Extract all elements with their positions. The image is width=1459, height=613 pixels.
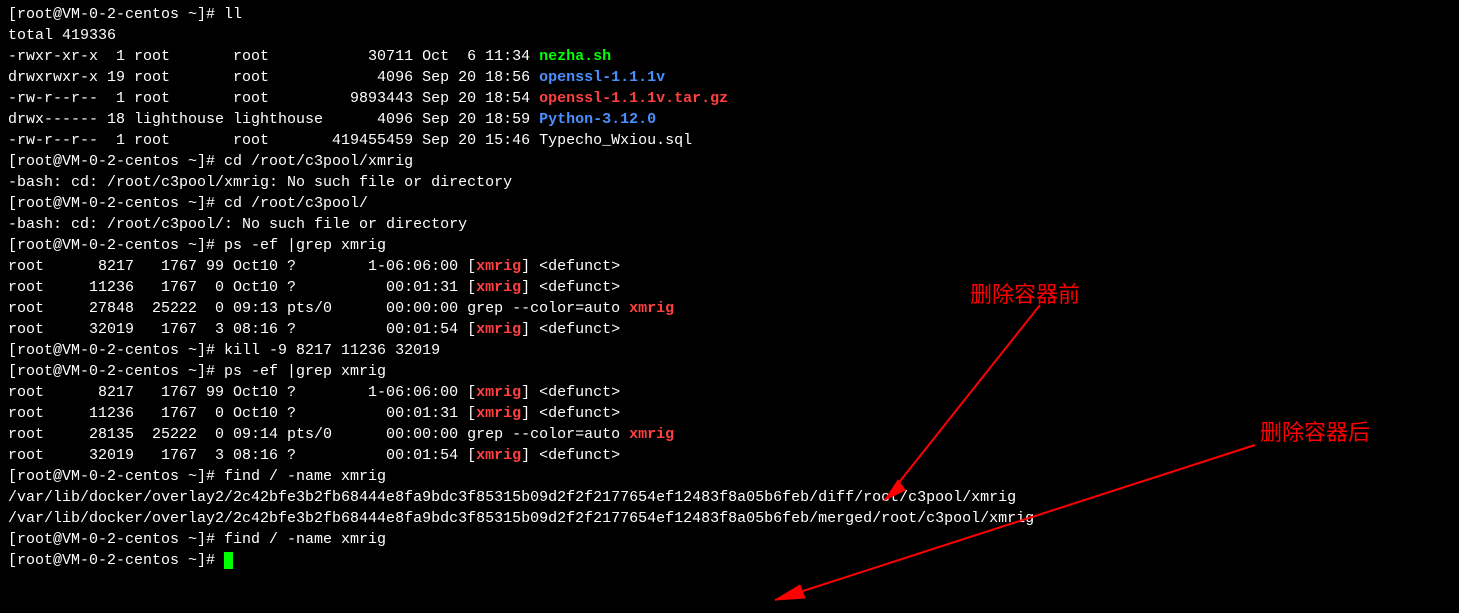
terminal-line: [root@VM-0-2-centos ~]# kill -9 8217 112… bbox=[8, 340, 1451, 361]
terminal-line: total 419336 bbox=[8, 25, 1451, 46]
terminal-line: root 11236 1767 0 Oct10 ? 00:01:31 [xmri… bbox=[8, 403, 1451, 424]
terminal-line: [root@VM-0-2-centos ~]# ps -ef |grep xmr… bbox=[8, 361, 1451, 382]
cursor bbox=[224, 552, 233, 569]
terminal-line: root 11236 1767 0 Oct10 ? 00:01:31 [xmri… bbox=[8, 277, 1451, 298]
arrow-after-icon bbox=[760, 440, 1260, 610]
terminal-line: drwx------ 18 lighthouse lighthouse 4096… bbox=[8, 109, 1451, 130]
terminal-line: -rw-r--r-- 1 root root 419455459 Sep 20 … bbox=[8, 130, 1451, 151]
terminal-line: -rw-r--r-- 1 root root 9893443 Sep 20 18… bbox=[8, 88, 1451, 109]
terminal-line: root 32019 1767 3 08:16 ? 00:01:54 [xmri… bbox=[8, 319, 1451, 340]
terminal-line: -bash: cd: /root/c3pool/: No such file o… bbox=[8, 214, 1451, 235]
terminal-line: -bash: cd: /root/c3pool/xmrig: No such f… bbox=[8, 172, 1451, 193]
annotation-after: 删除容器后 bbox=[1260, 418, 1370, 449]
terminal-line: [root@VM-0-2-centos ~]# ps -ef |grep xmr… bbox=[8, 235, 1451, 256]
terminal-line: [root@VM-0-2-centos ~]# cd /root/c3pool/ bbox=[8, 193, 1451, 214]
terminal-line: [root@VM-0-2-centos ~]# cd /root/c3pool/… bbox=[8, 151, 1451, 172]
terminal-line: drwxrwxr-x 19 root root 4096 Sep 20 18:5… bbox=[8, 67, 1451, 88]
terminal-line: [root@VM-0-2-centos ~]# ll bbox=[8, 4, 1451, 25]
terminal-line: root 27848 25222 0 09:13 pts/0 00:00:00 … bbox=[8, 298, 1451, 319]
terminal-line: -rwxr-xr-x 1 root root 30711 Oct 6 11:34… bbox=[8, 46, 1451, 67]
terminal-line: root 8217 1767 99 Oct10 ? 1-06:06:00 [xm… bbox=[8, 382, 1451, 403]
terminal-line: root 8217 1767 99 Oct10 ? 1-06:06:00 [xm… bbox=[8, 256, 1451, 277]
